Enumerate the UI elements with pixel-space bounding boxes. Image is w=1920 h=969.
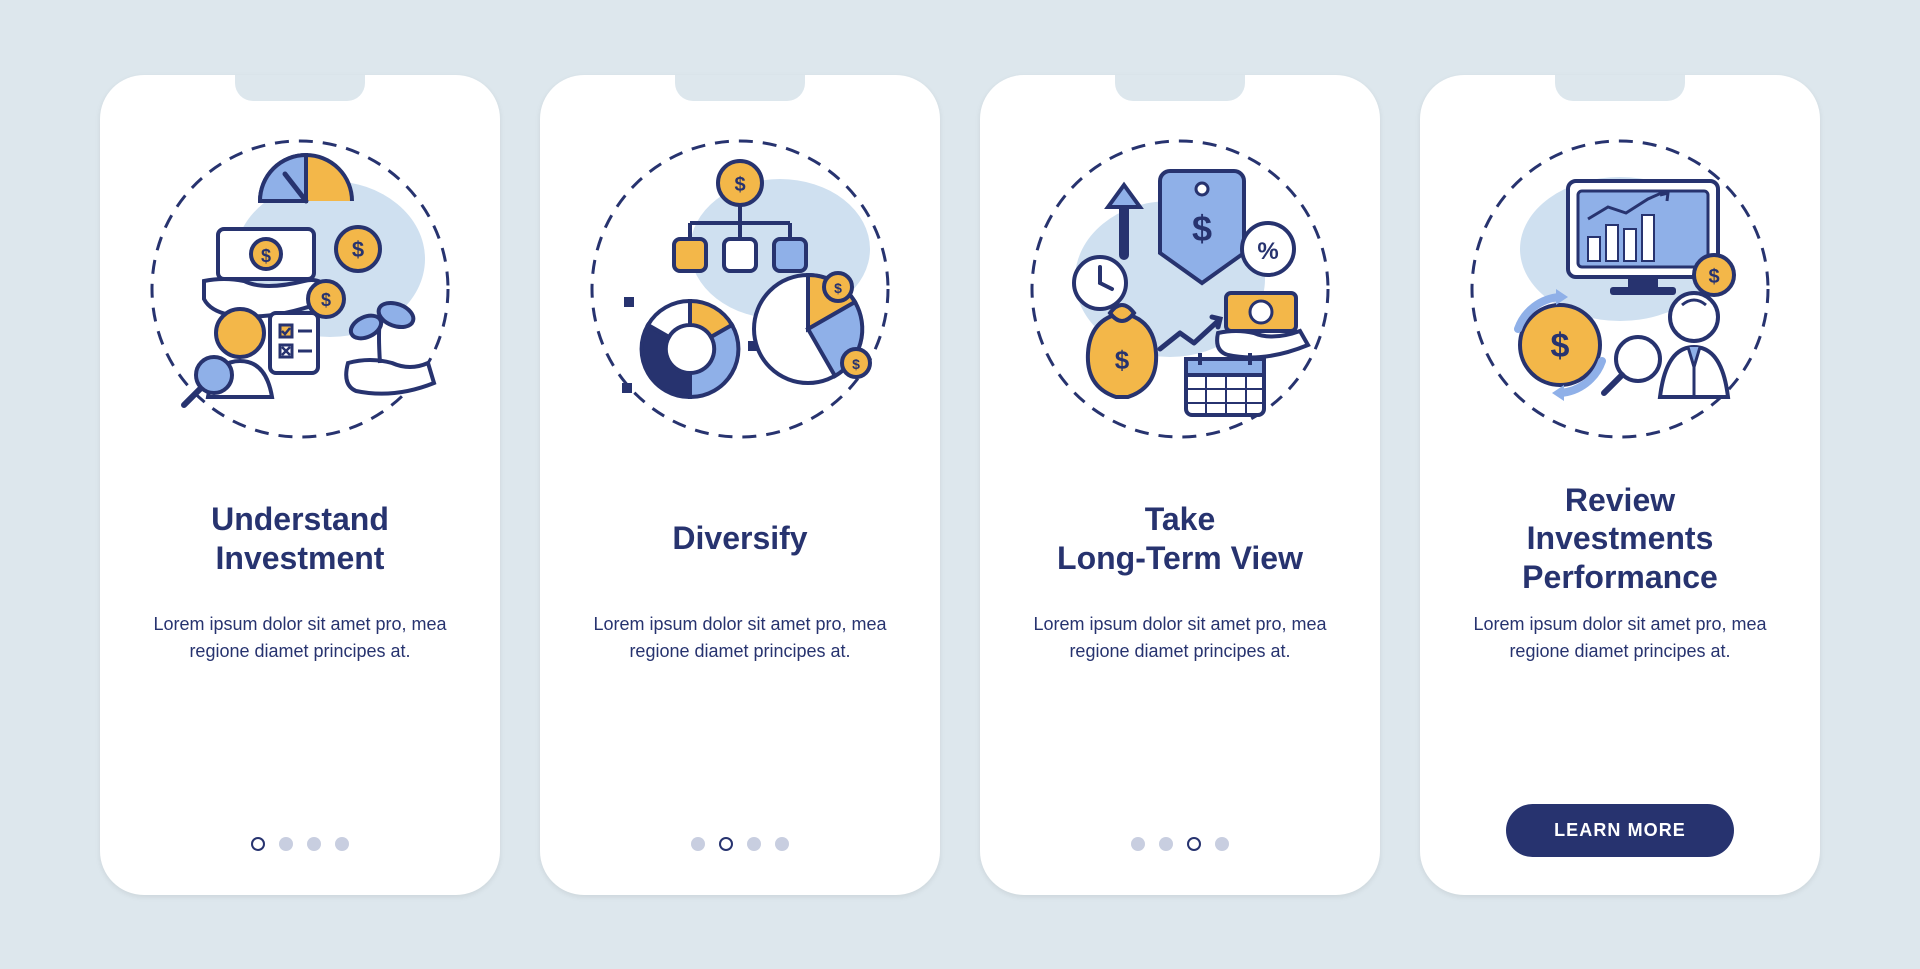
phone-screen-understand-investment: $ $ $ bbox=[100, 75, 500, 895]
pagination-dot-4[interactable] bbox=[1215, 837, 1229, 851]
phone-screen-long-term-view: $ % $ bbox=[980, 75, 1380, 895]
phone-notch bbox=[675, 75, 805, 101]
pagination-dot-2[interactable] bbox=[1159, 837, 1173, 851]
pagination-dots bbox=[251, 837, 349, 851]
svg-text:$: $ bbox=[734, 174, 745, 196]
svg-text:$: $ bbox=[852, 356, 860, 372]
screen-title: Review Investments Performance bbox=[1522, 479, 1718, 599]
pagination-dot-1[interactable] bbox=[1131, 837, 1145, 851]
long-term-view-icon: $ % $ bbox=[1020, 129, 1340, 449]
pagination-dot-3[interactable] bbox=[747, 837, 761, 851]
screen-title: Take Long-Term View bbox=[1057, 479, 1303, 599]
svg-text:$: $ bbox=[1708, 266, 1719, 288]
pagination-dot-4[interactable] bbox=[775, 837, 789, 851]
pagination-dot-1[interactable] bbox=[691, 837, 705, 851]
svg-text:$: $ bbox=[1551, 327, 1570, 365]
learn-more-button[interactable]: LEARN MORE bbox=[1506, 804, 1734, 857]
svg-text:$: $ bbox=[834, 280, 842, 296]
screen-description: Lorem ipsum dolor sit amet pro, mea regi… bbox=[1030, 611, 1330, 667]
phone-screen-review-performance: $ $ Review Investments Performance Lo bbox=[1420, 75, 1820, 895]
svg-text:%: % bbox=[1257, 238, 1278, 265]
diversify-icon: $ bbox=[580, 129, 900, 449]
pagination-dots bbox=[1131, 837, 1229, 851]
phone-notch bbox=[235, 75, 365, 101]
phone-notch bbox=[1115, 75, 1245, 101]
pagination-dot-3[interactable] bbox=[1187, 837, 1201, 851]
onboarding-screens-row: $ $ $ bbox=[100, 75, 1820, 895]
pagination-dots bbox=[691, 837, 789, 851]
svg-text:$: $ bbox=[1115, 345, 1130, 375]
screen-title: Diversify bbox=[672, 479, 807, 599]
svg-text:$: $ bbox=[321, 290, 331, 310]
phone-notch bbox=[1555, 75, 1685, 101]
screen-description: Lorem ipsum dolor sit amet pro, mea regi… bbox=[150, 611, 450, 667]
pagination-dot-1[interactable] bbox=[251, 837, 265, 851]
pagination-dot-3[interactable] bbox=[307, 837, 321, 851]
screen-description: Lorem ipsum dolor sit amet pro, mea regi… bbox=[1470, 611, 1770, 667]
screen-description: Lorem ipsum dolor sit amet pro, mea regi… bbox=[590, 611, 890, 667]
svg-text:$: $ bbox=[1192, 208, 1212, 249]
pagination-dot-2[interactable] bbox=[719, 837, 733, 851]
screen-title: Understand Investment bbox=[211, 479, 389, 599]
understand-investment-icon: $ $ $ bbox=[140, 129, 460, 449]
phone-screen-diversify: $ bbox=[540, 75, 940, 895]
pagination-dot-2[interactable] bbox=[279, 837, 293, 851]
pagination-dot-4[interactable] bbox=[335, 837, 349, 851]
review-performance-icon: $ $ bbox=[1460, 129, 1780, 449]
svg-text:$: $ bbox=[352, 237, 364, 262]
svg-text:$: $ bbox=[261, 246, 271, 266]
